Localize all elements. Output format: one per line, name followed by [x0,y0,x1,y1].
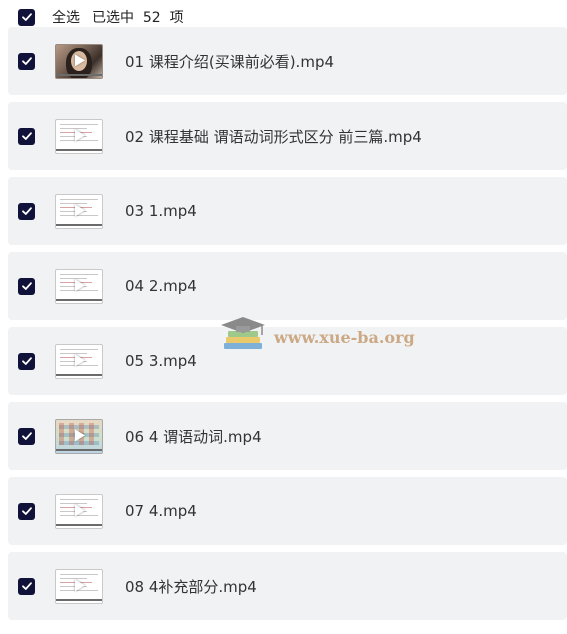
thumbnail-bar [56,148,102,151]
video-thumbnail[interactable] [55,568,103,604]
video-thumbnail[interactable] [55,43,103,79]
video-thumbnail[interactable] [55,493,103,529]
select-all-checkbox[interactable] [18,8,35,26]
file-checkbox[interactable] [18,502,35,520]
file-checkbox[interactable] [18,352,35,370]
checkmark-icon [21,207,32,215]
file-row[interactable]: 01 课程介绍(买课前必看).mp4 [8,27,567,95]
checkmark-icon [21,432,32,440]
file-title[interactable]: 06 4 谓语动词.mp4 [125,426,262,447]
video-thumbnail[interactable] [55,193,103,229]
file-title[interactable]: 04 2.mp4 [125,277,197,295]
video-thumbnail[interactable] [55,343,103,379]
select-all-label[interactable]: 全选 [52,7,80,27]
play-icon [75,579,85,592]
checkmark-icon [21,13,32,21]
file-checkbox[interactable] [18,52,35,70]
video-thumbnail[interactable] [55,118,103,154]
video-thumbnail[interactable] [55,418,103,454]
file-title[interactable]: 03 1.mp4 [125,202,197,220]
file-title[interactable]: 08 4补充部分.mp4 [125,576,257,597]
file-row[interactable]: 02 课程基础 谓语动词形式区分 前三篇.mp4 [8,102,567,170]
file-checkbox[interactable] [18,202,35,220]
play-icon [75,279,85,292]
play-icon [75,429,85,442]
play-icon [75,354,85,367]
play-icon [75,504,85,517]
file-title[interactable]: 02 课程基础 谓语动词形式区分 前三篇.mp4 [125,126,422,147]
thumbnail-bar [56,73,102,76]
file-checkbox[interactable] [18,127,35,145]
thumbnail-bar [56,523,102,526]
file-row[interactable]: 08 4补充部分.mp4 [8,552,567,620]
file-title[interactable]: 01 课程介绍(买课前必看).mp4 [125,51,334,72]
file-row[interactable]: 06 4 谓语动词.mp4 [8,402,567,470]
selection-count: 已选中 52 项 [92,10,184,26]
file-title[interactable]: 07 4.mp4 [125,502,197,520]
file-row[interactable]: 04 2.mp4 [8,252,567,320]
checkmark-icon [21,582,32,590]
checkmark-icon [21,282,32,290]
checkmark-icon [21,357,32,365]
thumbnail-bar [56,223,102,226]
checkmark-icon [21,57,32,65]
play-icon [75,204,85,217]
thumbnail-bar [56,448,102,451]
thumbnail-bar [56,373,102,376]
thumbnail-bar [56,298,102,301]
play-icon [75,54,85,67]
play-icon [75,129,85,142]
file-row[interactable]: 07 4.mp4 [8,477,567,545]
checkmark-icon [21,507,32,515]
file-row[interactable]: 03 1.mp4 [8,177,567,245]
video-thumbnail[interactable] [55,268,103,304]
file-checkbox[interactable] [18,277,35,295]
file-checkbox[interactable] [18,577,35,595]
thumbnail-bar [56,598,102,601]
file-row[interactable]: 05 3.mp4 [8,327,567,395]
file-checkbox[interactable] [18,427,35,445]
checkmark-icon [21,132,32,140]
file-title[interactable]: 05 3.mp4 [125,352,197,370]
